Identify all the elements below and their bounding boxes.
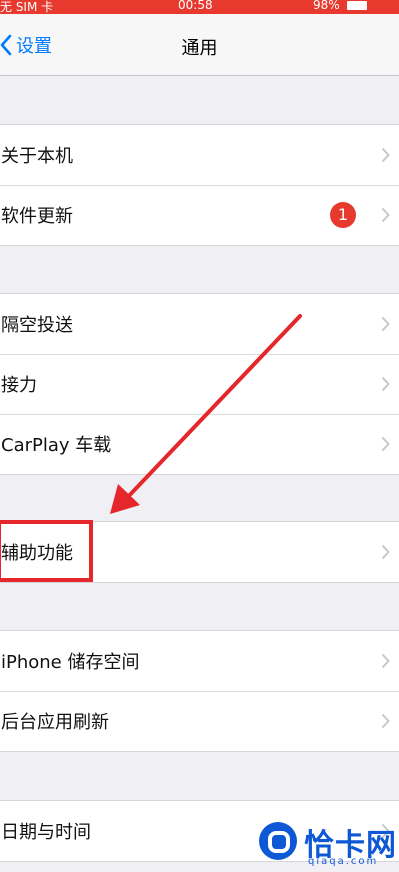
watermark-logo-icon [259,822,297,860]
watermark-url: qiaqa.com [308,856,379,867]
watermark: 恰卡网 qiaqa.com [256,813,399,872]
annotation-arrow [110,314,302,514]
